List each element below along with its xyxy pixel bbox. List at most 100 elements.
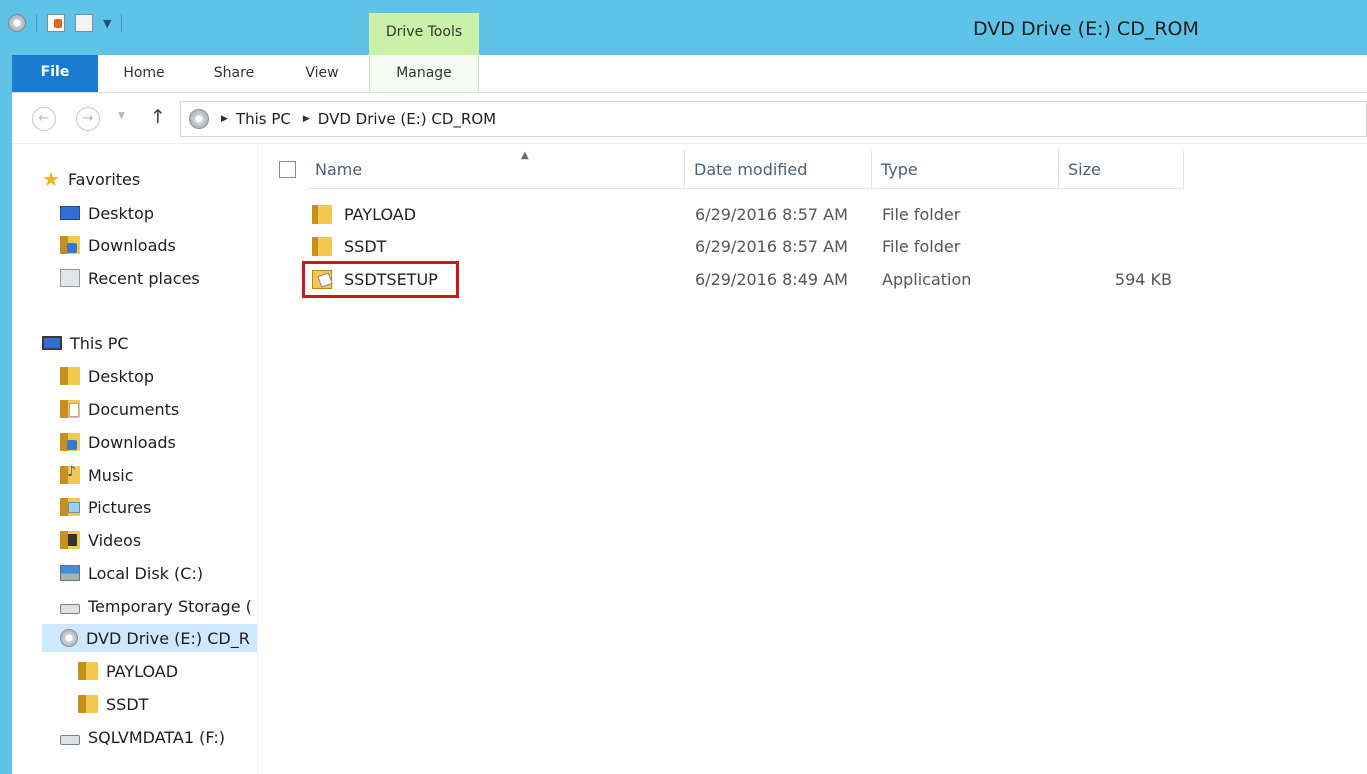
nav-label: Favorites	[67, 169, 141, 189]
recent-locations-dropdown-icon[interactable]: ▼	[118, 111, 125, 121]
column-header-size[interactable]: Size	[1060, 150, 1184, 189]
dvd-drive-icon[interactable]	[8, 14, 26, 32]
file-date: 6/29/2016 8:49 AM	[695, 270, 848, 289]
nav-desktop[interactable]: Desktop	[60, 362, 154, 390]
window-title: DVD Drive (E:) CD_ROM	[973, 18, 1199, 40]
title-bar: ▼ Drive Tools DVD Drive (E:) CD_ROM	[0, 0, 1367, 55]
nav-label: Documents	[88, 399, 180, 419]
toolbar-separator	[36, 14, 37, 32]
nav-downloads[interactable]: Downloads	[60, 428, 176, 456]
column-header-label: Date modified	[694, 160, 808, 179]
local-disk-icon	[60, 565, 80, 581]
back-button[interactable]: ←	[32, 107, 56, 131]
properties-icon[interactable]	[47, 14, 65, 32]
pictures-folder-icon	[60, 498, 80, 516]
nav-this-pc[interactable]: This PC	[42, 329, 129, 357]
file-date: 6/29/2016 8:57 AM	[695, 205, 848, 224]
nav-videos[interactable]: Videos	[60, 526, 141, 554]
column-header-name[interactable]: Name ▲	[307, 150, 685, 189]
file-size: 594 KB	[1114, 270, 1172, 289]
nav-label: Pictures	[88, 497, 152, 517]
forward-button[interactable]: →	[76, 107, 100, 131]
nav-local-disk[interactable]: Local Disk (C:)	[60, 559, 203, 587]
ribbon-tab-bar: File Home Share View Manage	[12, 55, 1367, 93]
column-header-date[interactable]: Date modified	[686, 150, 872, 189]
breadcrumb-separator-icon[interactable]: ▶	[221, 114, 228, 124]
column-header-label: Name	[315, 160, 363, 179]
sort-ascending-icon: ▲	[521, 150, 529, 161]
tab-home[interactable]: Home	[112, 55, 176, 92]
nav-favorites-desktop[interactable]: Desktop	[60, 199, 154, 227]
column-header-type[interactable]: Type	[873, 150, 1059, 189]
nav-music[interactable]: Music	[60, 461, 134, 489]
nav-label: Music	[88, 465, 134, 485]
nav-label: Downloads	[88, 235, 176, 255]
documents-folder-icon	[60, 400, 80, 418]
nav-label: Recent places	[88, 268, 200, 288]
nav-dvd-drive[interactable]: DVD Drive (E:) CD_R	[42, 624, 257, 652]
nav-label: SSDT	[106, 694, 149, 714]
nav-label: SQLVMDATA1 (F:)	[88, 727, 225, 747]
nav-recent-places[interactable]: Recent places	[60, 264, 200, 292]
nav-label: PAYLOAD	[106, 661, 179, 681]
breadcrumb-dvd-drive[interactable]: DVD Drive (E:) CD_ROM	[318, 110, 496, 128]
nav-documents[interactable]: Documents	[60, 395, 179, 423]
nav-favorites[interactable]: ★ Favorites	[42, 165, 140, 193]
recent-places-icon	[60, 269, 80, 287]
navigation-pane: ★ Favorites Desktop Downloads Recent pla…	[12, 145, 258, 774]
desktop-icon	[60, 206, 80, 220]
breadcrumb-this-pc[interactable]: This PC	[236, 110, 291, 128]
nav-label: Temporary Storage (	[88, 596, 252, 616]
customize-toolbar-dropdown-icon[interactable]: ▼	[103, 17, 111, 30]
nav-temporary-storage[interactable]: Temporary Storage (	[60, 592, 252, 620]
videos-folder-icon	[60, 531, 80, 549]
nav-favorites-downloads[interactable]: Downloads	[60, 231, 176, 259]
file-name: SSDT	[344, 237, 387, 256]
column-header-label: Type	[881, 160, 918, 179]
window-border	[0, 55, 12, 774]
tab-view[interactable]: View	[296, 55, 348, 92]
nav-label: Downloads	[88, 432, 176, 452]
quick-access-toolbar: ▼	[8, 14, 123, 32]
tab-file[interactable]: File	[12, 55, 98, 92]
drive-tools-header: Drive Tools	[369, 13, 479, 55]
file-type: File folder	[882, 237, 961, 256]
dvd-drive-icon	[60, 629, 78, 647]
folder-icon	[312, 205, 332, 224]
up-one-level-button[interactable]: ↑	[150, 106, 166, 128]
nav-label: Local Disk (C:)	[88, 563, 204, 583]
nav-pictures[interactable]: Pictures	[60, 493, 151, 521]
folder-icon	[78, 695, 98, 713]
new-folder-icon[interactable]	[75, 14, 93, 32]
nav-ssdt-folder[interactable]: SSDT	[78, 690, 148, 718]
file-date: 6/29/2016 8:57 AM	[695, 237, 848, 256]
file-name: PAYLOAD	[344, 205, 417, 224]
select-all-checkbox[interactable]	[279, 161, 296, 178]
music-folder-icon	[60, 464, 80, 484]
file-type: Application	[882, 270, 972, 289]
column-header-label: Size	[1068, 160, 1101, 179]
computer-icon	[42, 336, 62, 350]
drive-icon	[60, 735, 80, 745]
tab-share[interactable]: Share	[204, 55, 264, 92]
nav-payload-folder[interactable]: PAYLOAD	[78, 657, 178, 685]
nav-label: Desktop	[88, 203, 154, 223]
toolbar-separator	[121, 14, 123, 32]
file-row-ssdt[interactable]: SSDT 6/29/2016 8:57 AM File folder	[302, 231, 1182, 263]
navigation-bar: ← → ▼ ↑ ▶ This PC ▶ DVD Drive (E:) CD_RO…	[12, 94, 1367, 144]
address-bar[interactable]: ▶ This PC ▶ DVD Drive (E:) CD_ROM	[180, 101, 1367, 137]
dvd-drive-icon	[189, 109, 209, 129]
downloads-folder-icon	[60, 433, 80, 451]
breadcrumb-separator-icon[interactable]: ▶	[303, 114, 310, 124]
file-row-payload[interactable]: PAYLOAD 6/29/2016 8:57 AM File folder	[302, 199, 1182, 231]
folder-icon	[312, 237, 332, 256]
file-list: Name ▲ Date modified Type Size PAYLOAD 6…	[262, 145, 1367, 774]
highlight-annotation-box	[302, 261, 459, 298]
nav-label: DVD Drive (E:) CD_R	[86, 628, 250, 648]
tab-manage[interactable]: Manage	[369, 55, 479, 92]
nav-label: Videos	[88, 530, 142, 550]
folder-icon	[78, 662, 98, 680]
nav-sqlvmdata1-drive[interactable]: SQLVMDATA1 (F:)	[60, 723, 225, 751]
file-type: File folder	[882, 205, 961, 224]
nav-label: This PC	[70, 333, 129, 353]
